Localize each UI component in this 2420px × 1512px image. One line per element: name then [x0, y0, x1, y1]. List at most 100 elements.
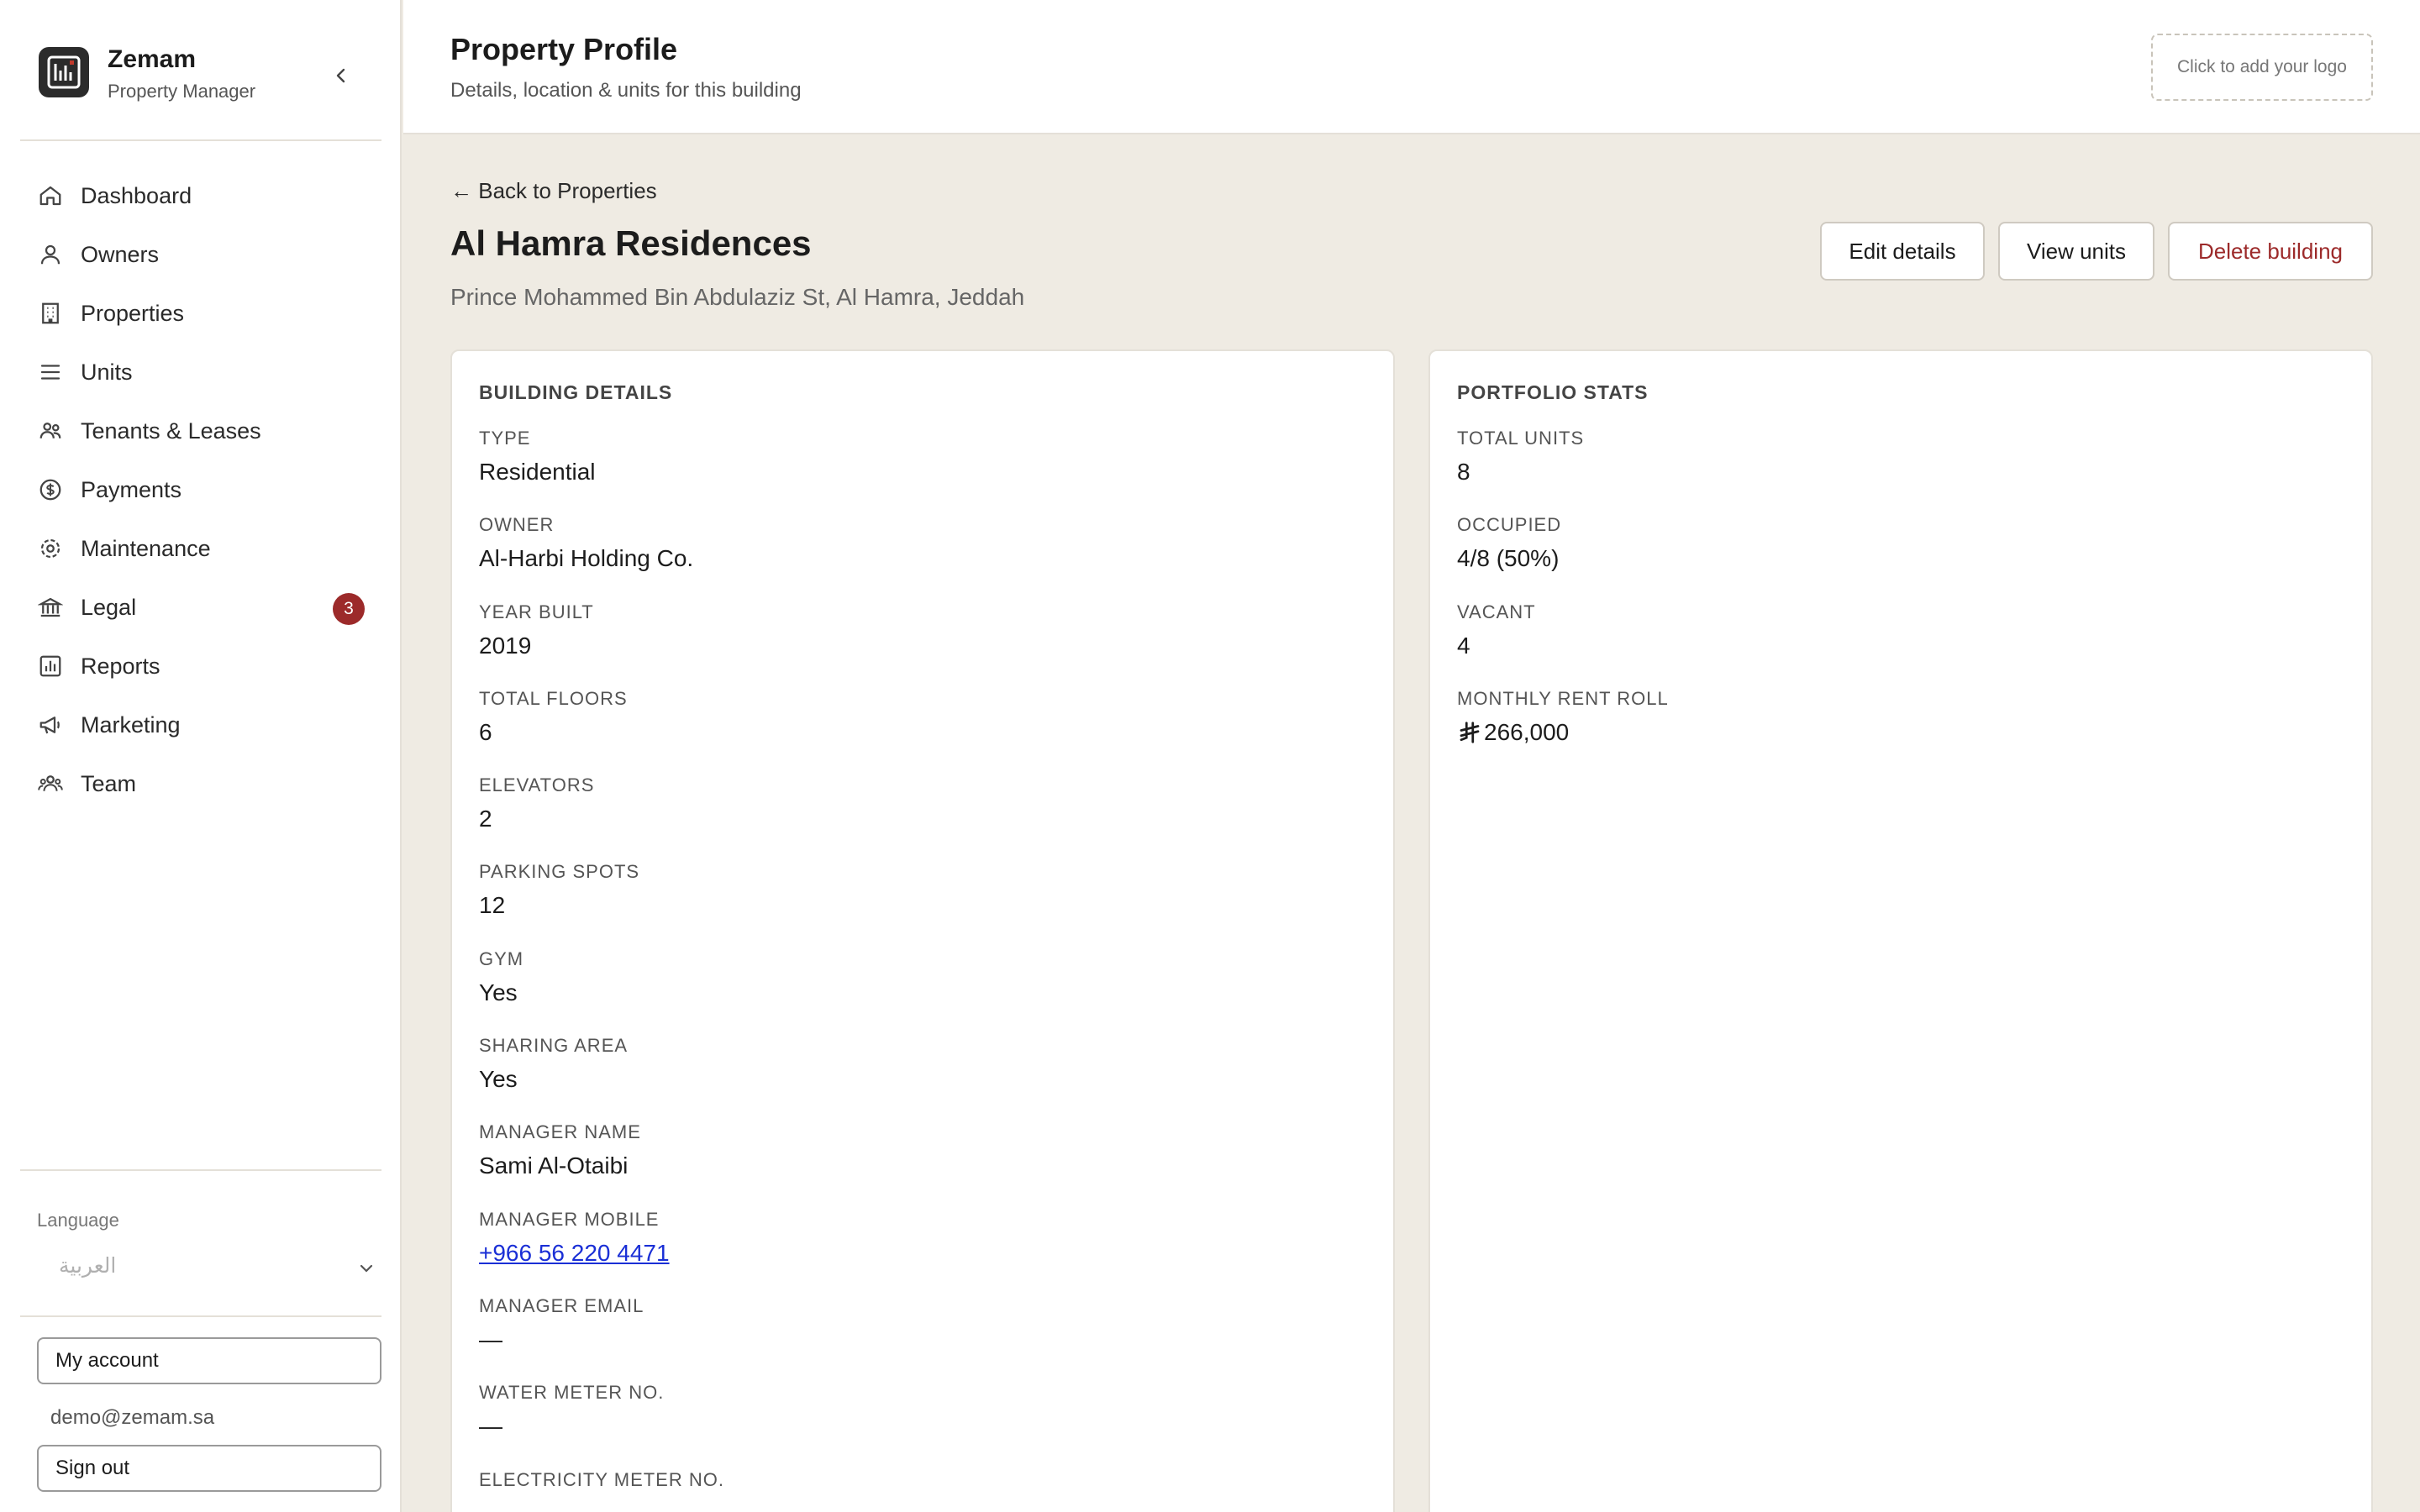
field-elevators: ELEVATORS 2: [479, 774, 1370, 860]
brand-logo-icon: [39, 47, 89, 97]
sidebar-item-units[interactable]: Units: [20, 343, 381, 402]
sidebar-item-marketing[interactable]: Marketing: [20, 696, 381, 754]
field-label: MONTHLY RENT ROLL: [1457, 687, 1669, 709]
field-value: 266,000: [1484, 718, 1570, 745]
list-icon: [37, 359, 64, 386]
sidebar-item-label: Legal: [81, 594, 137, 620]
sidebar-item-properties[interactable]: Properties: [20, 284, 381, 343]
stat-total-units: TOTAL UNITS 8: [1457, 427, 2348, 513]
field-manager-mobile: MANAGER MOBILE +966 56 220 4471: [479, 1208, 1370, 1294]
card-heading: PORTFOLIO STATS: [1457, 381, 1649, 403]
field-water-meter: WATER METER NO. —: [479, 1381, 1370, 1467]
field-value: —: [479, 1413, 502, 1440]
sidebar-item-label: Owners: [81, 241, 160, 267]
language-label: Language: [37, 1210, 119, 1231]
field-value: —: [479, 1326, 502, 1352]
field-value: 12: [479, 892, 506, 919]
chart-icon: [37, 653, 64, 680]
building-details-card: BUILDING DETAILS TYPE Residential OWNER …: [450, 349, 1395, 1512]
sidebar-nav: Dashboard Owners Properties Units Tenant…: [20, 166, 381, 813]
field-label: MANAGER EMAIL: [479, 1294, 644, 1316]
home-icon: [37, 182, 64, 209]
field-value: 2: [479, 806, 492, 832]
language-select[interactable]: العربية: [37, 1252, 381, 1285]
megaphone-icon: [37, 711, 64, 738]
field-parking-spots: PARKING SPOTS 12: [479, 860, 1370, 947]
chevron-down-icon: [356, 1258, 376, 1283]
sidebar-divider: [20, 1315, 381, 1317]
page-subtitle: Details, location & units for this build…: [450, 79, 802, 102]
edit-details-button[interactable]: Edit details: [1820, 222, 1985, 281]
sidebar-item-team[interactable]: Team: [20, 754, 381, 813]
property-name: Al Hamra Residences: [450, 223, 812, 263]
field-value: Residential: [479, 459, 596, 485]
sidebar-item-dashboard[interactable]: Dashboard: [20, 166, 381, 225]
add-logo-button[interactable]: Click to add your logo: [2151, 34, 2373, 101]
sidebar-item-label: Marketing: [81, 711, 181, 738]
field-manager-name: MANAGER NAME Sami Al-Otaibi: [479, 1121, 1370, 1207]
page-header: Property Profile Details, location & uni…: [403, 0, 2420, 134]
gear-icon: [37, 535, 64, 562]
my-account-button[interactable]: My account: [37, 1337, 381, 1384]
field-value: —: [479, 1497, 1370, 1512]
delete-building-button[interactable]: Delete building: [2168, 222, 2373, 281]
field-value: 2019: [479, 632, 532, 659]
sidebar-item-reports[interactable]: Reports: [20, 637, 381, 696]
field-value: 4/8 (50%): [1457, 545, 1560, 572]
portfolio-stats-card: PORTFOLIO STATS TOTAL UNITS 8 OCCUPIED 4…: [1428, 349, 2373, 1512]
sidebar-item-label: Units: [81, 359, 133, 385]
field-manager-email: MANAGER EMAIL —: [479, 1294, 1370, 1381]
users-icon: [37, 417, 64, 444]
bank-icon: [37, 594, 64, 621]
field-sharing-area: SHARING AREA Yes: [479, 1034, 1370, 1121]
field-total-floors: TOTAL FLOORS 6: [479, 687, 1370, 774]
language-value: العربية: [59, 1253, 117, 1278]
portfolio-stats-fields: TOTAL UNITS 8 OCCUPIED 4/8 (50%) VACANT …: [1457, 427, 2348, 774]
sidebar-item-label: Properties: [81, 300, 185, 326]
field-label: YEAR BUILT: [479, 601, 594, 622]
view-units-button[interactable]: View units: [1998, 222, 2154, 281]
field-value: Yes: [479, 1066, 518, 1093]
sidebar-item-payments[interactable]: Payments: [20, 460, 381, 519]
card-heading: BUILDING DETAILS: [479, 381, 673, 403]
sidebar-item-maintenance[interactable]: Maintenance: [20, 519, 381, 578]
field-label: TOTAL UNITS: [1457, 428, 1585, 449]
field-label: MANAGER MOBILE: [479, 1208, 660, 1230]
field-value: Sami Al-Otaibi: [479, 1152, 629, 1179]
brand-subtitle: Property Manager: [108, 81, 256, 102]
legal-count-badge: 3: [333, 593, 365, 625]
collapse-sidebar-button[interactable]: [324, 59, 358, 92]
team-icon: [37, 770, 64, 797]
chevron-left-icon: [336, 68, 345, 83]
saudi-riyal-icon: [1460, 722, 1480, 743]
page-title: Property Profile: [450, 32, 678, 66]
manager-mobile-link[interactable]: +966 56 220 4471: [479, 1236, 1370, 1270]
field-gym: GYM Yes: [479, 948, 1370, 1034]
field-label: SHARING AREA: [479, 1035, 629, 1057]
sidebar-item-owners[interactable]: Owners: [20, 225, 381, 284]
sidebar-item-tenants-leases[interactable]: Tenants & Leases: [20, 402, 381, 460]
sidebar-item-label: Tenants & Leases: [81, 417, 261, 444]
field-label: ELECTRICITY METER NO.: [479, 1468, 724, 1490]
back-to-properties-link[interactable]: ← Back to Properties: [450, 178, 657, 204]
user-email: demo@zemam.sa: [50, 1406, 215, 1429]
field-value: 8: [1457, 459, 1470, 485]
field-label: PARKING SPOTS: [479, 861, 640, 883]
field-electricity-meter: ELECTRICITY METER NO. —: [479, 1468, 1370, 1512]
stat-occupied: OCCUPIED 4/8 (50%): [1457, 513, 2348, 600]
field-owner: OWNER Al-Harbi Holding Co.: [479, 513, 1370, 600]
field-label: TYPE: [479, 428, 531, 449]
building-icon: [37, 300, 64, 327]
sidebar-divider: [20, 1169, 381, 1171]
field-label: OWNER: [479, 514, 555, 536]
field-year-built: YEAR BUILT 2019: [479, 601, 1370, 687]
field-label: TOTAL FLOORS: [479, 687, 628, 709]
sidebar-item-label: Team: [81, 770, 137, 796]
sign-out-button[interactable]: Sign out: [37, 1445, 381, 1492]
field-value: 4: [1457, 632, 1470, 659]
property-address: Prince Mohammed Bin Abdulaziz St, Al Ham…: [450, 284, 1025, 310]
field-label: OCCUPIED: [1457, 514, 1562, 536]
field-label: ELEVATORS: [479, 774, 595, 796]
sidebar-item-label: Reports: [81, 653, 160, 679]
sidebar-item-legal[interactable]: Legal 3: [20, 578, 381, 637]
